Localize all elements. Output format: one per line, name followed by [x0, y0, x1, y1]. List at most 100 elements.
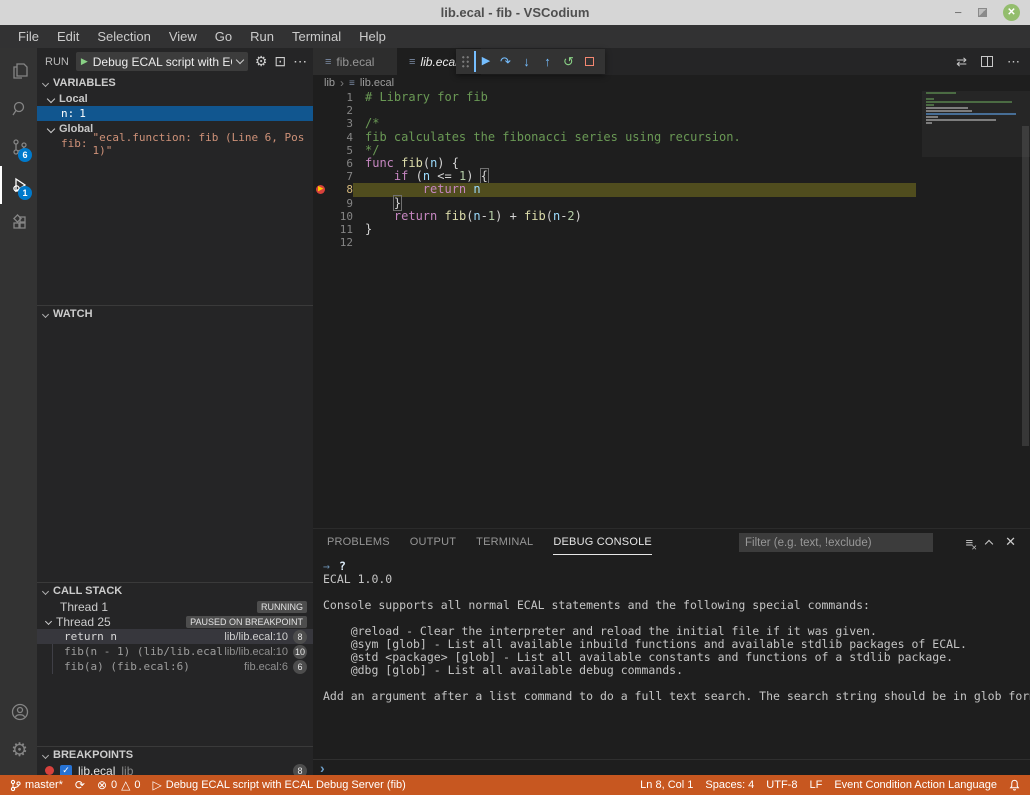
gutter[interactable] — [313, 223, 331, 236]
breadcrumb[interactable]: lib › ≡ lib.ecal — [313, 75, 1030, 91]
menu-selection[interactable]: Selection — [88, 29, 159, 44]
line-number: 11 — [331, 223, 353, 236]
breakpoint-item[interactable]: ✓ lib.ecal lib 8 — [37, 763, 313, 775]
gutter[interactable] — [313, 157, 331, 170]
debug-session-status[interactable]: ▷ Debug ECAL script with ECAL Debug Serv… — [153, 779, 406, 791]
toolbar-drag-handle[interactable] — [461, 55, 470, 69]
code-text: # Library for fib — [353, 91, 488, 104]
menu-edit[interactable]: Edit — [48, 29, 88, 44]
split-editor-icon[interactable] — [981, 56, 993, 67]
watch-header[interactable]: WATCH — [37, 306, 313, 322]
editor-more-icon[interactable]: ⋯ — [1007, 54, 1020, 70]
menu-help[interactable]: Help — [350, 29, 395, 44]
console-line — [323, 611, 1030, 624]
gutter[interactable] — [313, 170, 331, 183]
variable-n[interactable]: n: 1 — [37, 106, 313, 121]
file-icon: ≡ — [349, 78, 355, 89]
gutter[interactable] — [313, 197, 331, 210]
gutter[interactable] — [313, 236, 331, 249]
gutter[interactable] — [313, 104, 331, 117]
run-debug-icon[interactable]: 1 — [0, 166, 37, 204]
editor-scrollbar[interactable] — [1022, 126, 1029, 446]
thread-row-25[interactable]: Thread 25 PAUSED ON BREAKPOINT — [37, 614, 313, 629]
settings-gear-icon[interactable]: ⚙ — [0, 731, 37, 769]
token: */ — [365, 143, 379, 157]
minimap[interactable] — [926, 92, 1016, 125]
problems-status[interactable]: ⊗ 0 △ 0 — [97, 779, 141, 791]
indentation-status[interactable]: Spaces: 4 — [705, 779, 754, 791]
minimize-button[interactable]: − — [954, 6, 962, 19]
configure-gear-icon[interactable]: ⚙ — [255, 53, 268, 70]
token: func — [365, 156, 394, 170]
token: fib — [401, 156, 423, 170]
editor-actions: ⇄ ⋯ — [956, 48, 1020, 75]
menu-view[interactable]: View — [160, 29, 206, 44]
start-debug-icon[interactable]: ▶ — [81, 56, 88, 67]
maximize-panel-icon[interactable] — [985, 540, 993, 548]
step-into-button[interactable]: ↓ — [516, 51, 537, 72]
branch-status[interactable]: master* — [10, 779, 63, 792]
restore-button[interactable] — [978, 8, 987, 17]
input-arrow-icon: → — [323, 559, 330, 573]
explorer-icon[interactable] — [0, 52, 37, 90]
run-label: RUN — [45, 56, 69, 68]
panel-tab-debug-console[interactable]: DEBUG CONSOLE — [553, 529, 652, 555]
breakpoint-current-line-icon[interactable]: ▶ — [313, 183, 331, 196]
variable-fib[interactable]: fib: "ecal.function: fib (Line 6, Pos 1)… — [37, 136, 313, 151]
debug-console-input[interactable]: › — [313, 759, 1030, 775]
debug-console-panel-icon[interactable]: ⊡ — [274, 53, 286, 70]
menu-run[interactable]: Run — [241, 29, 283, 44]
close-panel-icon[interactable]: ✕ — [1005, 534, 1016, 550]
gutter[interactable] — [313, 117, 331, 130]
tab-fib-ecal[interactable]: ≡ fib.ecal — [313, 48, 397, 75]
scope-local[interactable]: Local — [37, 91, 313, 106]
account-icon[interactable] — [0, 693, 37, 731]
panel-tab-output[interactable]: OUTPUT — [410, 529, 456, 555]
line-number: 4 — [331, 131, 353, 144]
step-out-button[interactable]: ↑ — [537, 51, 558, 72]
console-filter-input[interactable] — [739, 533, 933, 552]
stack-frame[interactable]: fib(a) (fib.ecal:6)fib.ecal:66 — [53, 659, 313, 674]
breakpoint-checkbox[interactable]: ✓ — [60, 765, 72, 776]
step-over-button[interactable]: ↷ — [495, 51, 516, 72]
status-bar: master* ⟳ ⊗ 0 △ 0 ▷ Debug ECAL script wi… — [0, 775, 1030, 795]
call-stack-header[interactable]: CALL STACK — [37, 583, 313, 599]
stack-frame[interactable]: fib(n - 1) (lib/lib.ecal:10)lib/lib.ecal… — [53, 644, 313, 659]
stack-frame[interactable]: return nlib/lib.ecal:108 — [37, 629, 313, 644]
launch-config-dropdown[interactable]: ▶ Debug ECAL script with ECAL D — [76, 52, 248, 71]
source-control-icon[interactable]: 6 — [0, 128, 37, 166]
sync-icon[interactable]: ⟳ — [75, 779, 85, 791]
variables-header[interactable]: VARIABLES — [37, 75, 313, 91]
clear-console-icon[interactable]: ≡✕ — [966, 535, 974, 550]
gutter[interactable] — [313, 91, 331, 104]
open-changes-icon[interactable]: ⇄ — [956, 54, 967, 70]
stop-button[interactable] — [579, 51, 600, 72]
token — [365, 182, 423, 196]
cursor-position[interactable]: Ln 8, Col 1 — [640, 779, 693, 791]
thread-state-badge: RUNNING — [257, 601, 307, 613]
views-more-icon[interactable]: ⋯ — [293, 53, 307, 70]
line-number: 8 — [331, 183, 353, 196]
launch-config-label: Debug ECAL script with ECAL D — [93, 55, 232, 69]
language-status[interactable]: Event Condition Action Language — [834, 779, 997, 791]
search-icon[interactable] — [0, 90, 37, 128]
editor-tab-bar: ≡ fib.ecal ≡ lib.ecal ▶ ↷ ↓ ↑ ↺ — [313, 48, 1030, 75]
menu-terminal[interactable]: Terminal — [283, 29, 350, 44]
restart-button[interactable]: ↺ — [558, 51, 579, 72]
encoding-status[interactable]: UTF-8 — [766, 779, 797, 791]
gutter[interactable] — [313, 144, 331, 157]
gutter[interactable] — [313, 131, 331, 144]
file-icon: ≡ — [325, 56, 331, 68]
panel-tab-problems[interactable]: PROBLEMS — [327, 529, 390, 555]
panel-tab-terminal[interactable]: TERMINAL — [476, 529, 533, 555]
breakpoints-header[interactable]: BREAKPOINTS — [37, 747, 313, 763]
eol-status[interactable]: LF — [809, 779, 822, 791]
close-button[interactable]: ✕ — [1003, 4, 1020, 21]
thread-row-1[interactable]: Thread 1 RUNNING — [37, 599, 313, 614]
continue-button[interactable]: ▶ — [474, 51, 495, 72]
menu-go[interactable]: Go — [206, 29, 241, 44]
gutter[interactable] — [313, 210, 331, 223]
notifications-bell-icon[interactable] — [1009, 779, 1020, 791]
extensions-icon[interactable] — [0, 204, 37, 242]
menu-file[interactable]: File — [9, 29, 48, 44]
